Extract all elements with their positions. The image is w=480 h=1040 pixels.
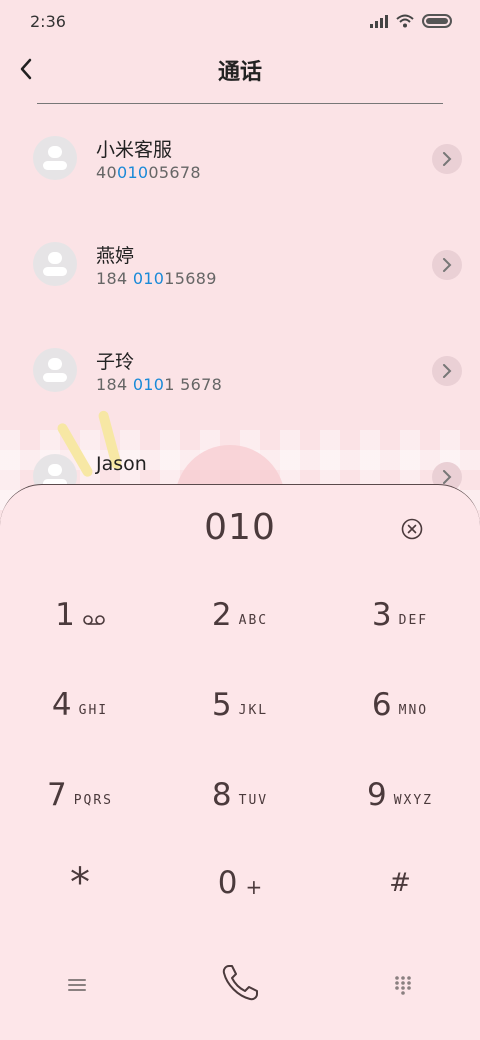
dialer-bottom-bar [0, 955, 480, 1025]
chevron-right-icon [443, 152, 452, 166]
status-icons [370, 14, 452, 28]
contact-list: 小米客服 4001005678 燕婷 184 01015689 子玲 184 0… [0, 104, 480, 528]
back-button[interactable] [14, 54, 38, 84]
chevron-right-icon [443, 364, 452, 378]
status-bar: 2:36 [0, 0, 480, 42]
avatar [33, 242, 77, 286]
dialer-panel: 010 1 2 ABC 3 DEF 4 GHI 5 JKL 6 MNO 7 PQ… [0, 484, 480, 1040]
key-6[interactable]: 6 MNO [340, 670, 460, 740]
contact-row[interactable]: 燕婷 184 01015689 [0, 210, 480, 316]
avatar [33, 348, 77, 392]
contact-number: 4001005678 [96, 163, 201, 182]
menu-lines-icon [68, 979, 86, 991]
chevron-left-icon [20, 58, 32, 80]
signal-icon [370, 14, 388, 28]
key-4[interactable]: 4 GHI [20, 670, 140, 740]
contact-row[interactable]: 子玲 184 0101 5678 [0, 316, 480, 422]
contact-name: 小米客服 [96, 139, 173, 161]
contact-detail-button[interactable] [432, 356, 462, 386]
key-8[interactable]: 8 TUV [180, 760, 300, 830]
contact-row[interactable]: 小米客服 4001005678 [0, 104, 480, 210]
avatar [33, 136, 77, 180]
clear-circle-x-icon [401, 518, 423, 540]
key-0[interactable]: 0 + [180, 848, 300, 918]
menu-button[interactable] [62, 970, 92, 1000]
key-star[interactable]: * [20, 848, 140, 918]
clear-button[interactable] [400, 517, 424, 541]
header: 通话 [0, 42, 480, 98]
key-9[interactable]: 9 WXYZ [340, 760, 460, 830]
key-7[interactable]: 7 PQRS [20, 760, 140, 830]
voicemail-icon [83, 615, 105, 625]
dialpad-grid-icon [395, 976, 411, 995]
contact-detail-button[interactable] [432, 250, 462, 280]
contact-name: Jason [96, 453, 147, 475]
contact-name: 子玲 [96, 351, 135, 373]
key-hash[interactable]: # [340, 848, 460, 918]
contact-number: 184 0101 5678 [96, 375, 223, 394]
contact-detail-button[interactable] [432, 144, 462, 174]
key-2[interactable]: 2 ABC [180, 580, 300, 650]
key-1[interactable]: 1 [20, 580, 140, 650]
key-5[interactable]: 5 JKL [180, 670, 300, 740]
keypad-toggle-button[interactable] [388, 970, 418, 1000]
contact-number: 184 01015689 [96, 269, 217, 288]
call-button[interactable] [212, 955, 268, 1011]
status-time: 2:36 [30, 11, 66, 31]
chevron-right-icon [443, 258, 452, 272]
contact-name: 燕婷 [96, 245, 135, 267]
chevron-right-icon [443, 470, 452, 484]
battery-icon [422, 14, 452, 28]
wifi-icon [396, 14, 414, 28]
key-3[interactable]: 3 DEF [340, 580, 460, 650]
page-title: 通话 [217, 60, 262, 85]
phone-icon [222, 965, 258, 1001]
